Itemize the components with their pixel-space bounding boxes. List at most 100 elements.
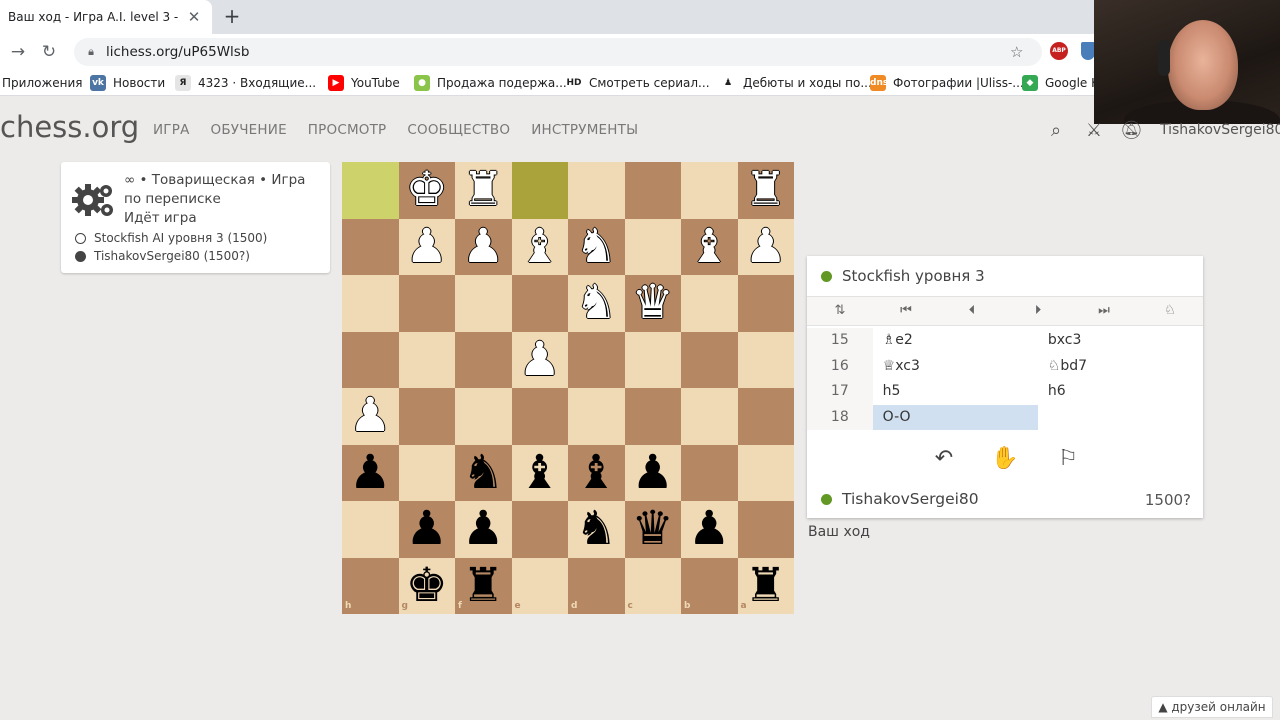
nav-item-2[interactable]: ПРОСМОТР — [308, 122, 387, 138]
black-pawn-h6[interactable]: ♟ — [342, 445, 399, 502]
square-b3[interactable] — [681, 275, 738, 332]
square-f4[interactable] — [455, 331, 512, 388]
takeback-icon[interactable]: ↶ — [929, 444, 959, 474]
white-pawn-h5[interactable]: ♟ — [342, 388, 399, 445]
square-h2[interactable] — [342, 218, 399, 275]
reload-icon[interactable]: ↻ — [37, 40, 61, 64]
offer-draw-icon[interactable]: ✋ — [990, 444, 1020, 474]
resign-flag-icon[interactable]: ⚐ — [1053, 444, 1083, 474]
nav-item-3[interactable]: СООБЩЕСТВО — [407, 122, 510, 138]
square-b1[interactable] — [681, 162, 738, 219]
white-knight-d3[interactable]: ♞ — [568, 275, 625, 332]
square-c4[interactable] — [624, 331, 681, 388]
next-icon[interactable]: ⏵ — [1005, 297, 1071, 325]
white-pawn-g2[interactable]: ♟ — [399, 219, 456, 276]
notifications-bell-icon[interactable]: 🔕︎ — [1120, 120, 1143, 142]
bookmark-2[interactable]: Я 4323 · Входящие... — [175, 74, 316, 92]
site-logo[interactable]: chess.org — [0, 110, 139, 144]
nav-item-4[interactable]: ИНСТРУМЕНТЫ — [531, 122, 638, 138]
white-king-g1[interactable]: ♚ — [399, 162, 456, 219]
bookmark-7[interactable]: dns Фотографии |Uliss-... — [870, 74, 1024, 92]
square-f3[interactable] — [455, 275, 512, 332]
black-pawn-b7[interactable]: ♟ — [681, 501, 738, 558]
player-black[interactable]: TishakovSergei80 (1500?) — [75, 249, 250, 263]
black-knight-d7[interactable]: ♞ — [568, 501, 625, 558]
square-e7[interactable] — [511, 501, 568, 558]
back-arrow-icon[interactable]: → — [6, 40, 30, 64]
url-text[interactable]: lichess.org/uP65Wlsb — [106, 44, 1010, 60]
black-rook-f8[interactable]: ♜ — [455, 558, 512, 615]
square-d1[interactable] — [568, 162, 625, 219]
flip-icon[interactable]: ⇅ — [807, 297, 873, 325]
bookmark-4[interactable]: ● Продажа подержа... — [414, 74, 567, 92]
search-icon[interactable]: ⌕ — [1045, 120, 1067, 142]
black-pawn-f7[interactable]: ♟ — [455, 501, 512, 558]
black-queen-c7[interactable]: ♛ — [625, 501, 682, 558]
square-c1[interactable] — [624, 162, 681, 219]
last-icon[interactable]: ⏭ — [1071, 297, 1137, 325]
friends-online-button[interactable]: ▲ друзей онлайн — [1151, 696, 1273, 718]
black-pawn-g7[interactable]: ♟ — [399, 501, 456, 558]
black-move[interactable] — [1038, 405, 1203, 431]
square-e5[interactable] — [511, 388, 568, 445]
challenge-swords-icon[interactable]: ⚔ — [1083, 120, 1105, 142]
square-c5[interactable] — [624, 388, 681, 445]
black-move[interactable]: ♘bd7 — [1038, 354, 1203, 380]
square-c2[interactable] — [624, 218, 681, 275]
prev-icon[interactable]: ⏴ — [939, 297, 1005, 325]
square-h1[interactable] — [342, 162, 399, 219]
shield-extension-icon[interactable] — [1081, 42, 1095, 60]
address-bar[interactable]: 🔒︎ lichess.org/uP65Wlsb ☆ — [74, 38, 1042, 66]
white-move[interactable]: ♕xc3 — [873, 354, 1038, 380]
square-d5[interactable] — [568, 388, 625, 445]
adblock-extension-icon[interactable]: ABP — [1050, 42, 1068, 60]
white-move[interactable]: O-O — [872, 404, 1038, 431]
square-g4[interactable] — [398, 331, 455, 388]
chess-board[interactable]: ♚ ♜ ♜ ♟ ♟ ♝ ♞ ♝ ♟ ♞ ♛ ♟ ♟ ♟ ♞ ♝ ♝ ♟ ♟ ♟ ♞ ♛ ♟ ♚ ♜ ♜ 1 2 3 4 5 6 7 8 h g f e d c… — [342, 162, 794, 614]
square-c8[interactable] — [624, 557, 681, 614]
white-move[interactable]: ♗e2 — [873, 328, 1038, 354]
bookmark-0[interactable]: Приложения — [2, 74, 83, 92]
player-name[interactable]: TishakovSergei80 — [842, 490, 979, 508]
first-icon[interactable]: ⏮ — [873, 297, 939, 325]
square-b5[interactable] — [681, 388, 738, 445]
square-b6[interactable] — [681, 444, 738, 501]
black-knight-f6[interactable]: ♞ — [455, 445, 512, 502]
user-menu[interactable]: TishakovSergei80 — [1160, 122, 1280, 138]
white-rook-f1[interactable]: ♜ — [455, 162, 512, 219]
white-knight-d2[interactable]: ♞ — [568, 219, 625, 276]
bookmark-star-icon[interactable]: ☆ — [1010, 43, 1030, 61]
white-pawn-e4[interactable]: ♟ — [512, 332, 569, 389]
player-black-name[interactable]: TishakovSergei80 (1500?) — [94, 249, 250, 263]
square-b4[interactable] — [681, 331, 738, 388]
black-bishop-d6[interactable]: ♝ — [568, 445, 625, 502]
nav-item-1[interactable]: ОБУЧЕНИЕ — [211, 122, 287, 138]
bookmark-3[interactable]: ▶ YouTube — [328, 74, 400, 92]
black-pawn-c6[interactable]: ♟ — [625, 445, 682, 502]
bookmark-6[interactable]: ♟ Дебюты и ходы по... — [720, 74, 872, 92]
square-e1[interactable] — [511, 162, 568, 219]
player-white[interactable]: Stockfish AI уровня 3 (1500) — [75, 231, 267, 245]
bookmark-8[interactable]: ◆ Google K — [1022, 74, 1099, 92]
white-bishop-b2[interactable]: ♝ — [681, 219, 738, 276]
square-e3[interactable] — [511, 275, 568, 332]
square-g6[interactable] — [398, 444, 455, 501]
square-h4[interactable] — [342, 331, 399, 388]
player-white-name[interactable]: Stockfish AI уровня 3 (1500) — [94, 231, 267, 245]
bookmark-5[interactable]: HD Смотреть сериал... — [566, 74, 710, 92]
black-move[interactable]: h6 — [1038, 379, 1203, 405]
square-h3[interactable] — [342, 275, 399, 332]
new-tab-button[interactable]: + — [222, 4, 242, 28]
white-queen-c3[interactable]: ♛ — [625, 275, 682, 332]
analysis-icon[interactable]: ♘ — [1137, 297, 1203, 325]
black-move[interactable]: bxc3 — [1038, 328, 1203, 354]
nav-item-0[interactable]: ИГРА — [153, 122, 190, 138]
white-pawn-f2[interactable]: ♟ — [455, 219, 512, 276]
white-bishop-e2[interactable]: ♝ — [512, 219, 569, 276]
square-d4[interactable] — [568, 331, 625, 388]
square-f5[interactable] — [455, 388, 512, 445]
square-g3[interactable] — [398, 275, 455, 332]
square-g5[interactable] — [398, 388, 455, 445]
white-move[interactable]: h5 — [873, 379, 1038, 405]
opponent-name[interactable]: Stockfish уровня 3 — [842, 267, 985, 285]
